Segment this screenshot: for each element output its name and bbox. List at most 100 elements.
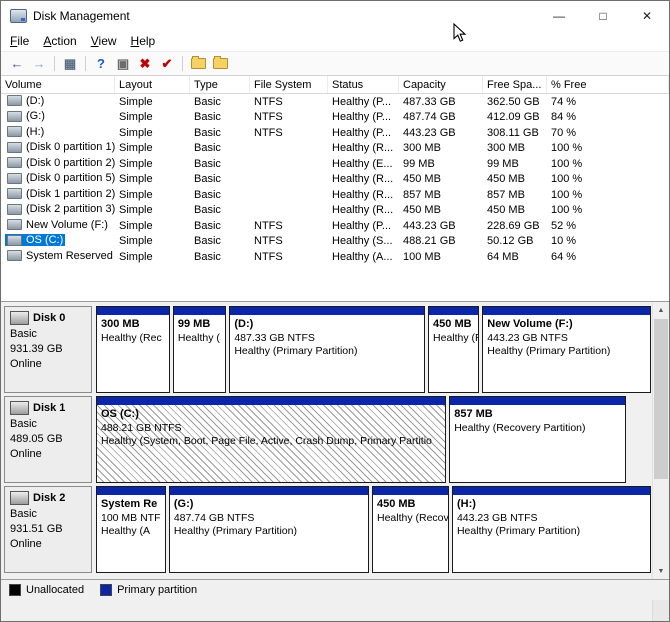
toolbar-separator bbox=[85, 56, 86, 71]
properties-icon[interactable]: ▣ bbox=[113, 55, 133, 73]
vertical-scrollbar[interactable]: ▲ ▼ bbox=[652, 302, 669, 579]
partition-color-bar bbox=[483, 307, 650, 315]
legend-item: Unallocated bbox=[9, 584, 84, 596]
volume-name: (D:) bbox=[5, 95, 46, 107]
volume-name: (Disk 2 partition 3) bbox=[5, 203, 115, 215]
legend-item: Primary partition bbox=[100, 584, 197, 596]
table-row[interactable]: OS (C:)SimpleBasicNTFSHealthy (S...488.2… bbox=[1, 234, 669, 250]
table-row[interactable]: (G:)SimpleBasicNTFSHealthy (P...487.74 G… bbox=[1, 110, 669, 126]
partition-block[interactable]: 450 MBHealthy (Recove bbox=[372, 486, 449, 573]
disk-icon bbox=[10, 311, 29, 325]
column-header-1[interactable]: Layout bbox=[115, 76, 190, 93]
folder-view-icon[interactable] bbox=[210, 55, 230, 73]
disk-graphical-pane: Disk 0Basic931.39 GBOnline300 MBHealthy … bbox=[1, 302, 669, 579]
table-row[interactable]: (H:)SimpleBasicNTFSHealthy (P...443.23 G… bbox=[1, 125, 669, 141]
folder-up-icon[interactable] bbox=[188, 55, 208, 73]
table-row[interactable]: New Volume (F:)SimpleBasicNTFSHealthy (P… bbox=[1, 218, 669, 234]
volume-list-pane: VolumeLayoutTypeFile SystemStatusCapacit… bbox=[1, 76, 669, 302]
legend-swatch bbox=[9, 584, 21, 596]
scroll-down-icon[interactable]: ▼ bbox=[653, 563, 669, 579]
menu-item-action[interactable]: Action bbox=[36, 32, 83, 50]
partition-color-bar bbox=[97, 397, 445, 405]
disk-info-panel[interactable]: Disk 2Basic931.51 GBOnline bbox=[4, 486, 92, 573]
partition-block[interactable]: System Re100 MB NTFHealthy (A bbox=[96, 486, 166, 573]
drive-icon bbox=[7, 173, 22, 184]
legend-bar: Unallocated Primary partition bbox=[1, 579, 669, 600]
drive-icon bbox=[7, 111, 22, 122]
partition-block[interactable]: 450 MBHealthy (Reco bbox=[428, 306, 479, 393]
table-row[interactable]: (Disk 2 partition 3)SimpleBasicHealthy (… bbox=[1, 203, 669, 219]
back-icon[interactable]: ← bbox=[7, 55, 27, 73]
menu-item-view[interactable]: View bbox=[84, 32, 124, 50]
column-header-7[interactable]: % Free bbox=[547, 76, 669, 93]
column-header-2[interactable]: Type bbox=[190, 76, 250, 93]
drive-icon bbox=[7, 188, 22, 199]
window-controls: — □ ✕ bbox=[537, 1, 669, 30]
disk-info-panel[interactable]: Disk 1Basic489.05 GBOnline bbox=[4, 396, 92, 483]
partition-block[interactable]: 857 MBHealthy (Recovery Partition) bbox=[449, 396, 626, 483]
forward-icon[interactable]: → bbox=[29, 55, 49, 73]
drive-icon bbox=[7, 126, 22, 137]
menu-item-file[interactable]: File bbox=[3, 32, 36, 50]
partition-color-bar bbox=[170, 487, 368, 495]
window-title: Disk Management bbox=[33, 9, 130, 23]
volume-name: (H:) bbox=[5, 126, 46, 138]
column-header-6[interactable]: Free Spa... bbox=[483, 76, 547, 93]
volume-name: (Disk 0 partition 2) bbox=[5, 157, 115, 169]
partition-block[interactable]: 99 MBHealthy ( bbox=[173, 306, 226, 393]
help-icon[interactable]: ? bbox=[91, 55, 111, 73]
partition-block[interactable]: New Volume (F:)443.23 GB NTFSHealthy (Pr… bbox=[482, 306, 651, 393]
bottom-band bbox=[1, 600, 669, 621]
partition-block[interactable]: (G:)487.74 GB NTFSHealthy (Primary Parti… bbox=[169, 486, 369, 573]
partition-color-bar bbox=[230, 307, 424, 315]
app-icon bbox=[10, 9, 27, 23]
disk-row: Disk 0Basic931.39 GBOnline300 MBHealthy … bbox=[4, 306, 669, 393]
column-header-0[interactable]: Volume bbox=[1, 76, 115, 93]
toolbar: ←→ ▦?▣✖✔ bbox=[1, 51, 669, 76]
partition-color-bar bbox=[450, 397, 625, 405]
volume-name: OS (C:) bbox=[5, 234, 65, 246]
table-row[interactable]: System ReservedSimpleBasicNTFSHealthy (A… bbox=[1, 249, 669, 265]
partition-block[interactable]: 300 MBHealthy (Rec bbox=[96, 306, 170, 393]
volume-name: New Volume (F:) bbox=[5, 219, 110, 231]
column-header-4[interactable]: Status bbox=[328, 76, 399, 93]
volume-list-header: VolumeLayoutTypeFile SystemStatusCapacit… bbox=[1, 76, 669, 94]
partition-block[interactable]: OS (C:)488.21 GB NTFSHealthy (System, Bo… bbox=[96, 396, 446, 483]
close-button[interactable]: ✕ bbox=[625, 1, 669, 30]
disk-management-window: Disk Management — □ ✕ FileActionViewHelp… bbox=[0, 0, 670, 622]
disk-rows: Disk 0Basic931.39 GBOnline300 MBHealthy … bbox=[4, 306, 669, 573]
table-row[interactable]: (Disk 0 partition 5)SimpleBasicHealthy (… bbox=[1, 172, 669, 188]
column-header-3[interactable]: File System bbox=[250, 76, 328, 93]
title-bar: Disk Management — □ ✕ bbox=[1, 1, 669, 30]
minimize-button[interactable]: — bbox=[537, 1, 581, 30]
partition-color-bar bbox=[97, 307, 169, 315]
partition-color-bar bbox=[373, 487, 448, 495]
scrollbar-thumb[interactable] bbox=[654, 319, 668, 479]
column-header-5[interactable]: Capacity bbox=[399, 76, 483, 93]
drive-icon bbox=[7, 204, 22, 215]
disk-row: Disk 2Basic931.51 GBOnlineSystem Re100 M… bbox=[4, 486, 669, 573]
table-row[interactable]: (Disk 0 partition 2)SimpleBasicHealthy (… bbox=[1, 156, 669, 172]
scroll-up-icon[interactable]: ▲ bbox=[653, 302, 669, 318]
partition-block[interactable]: (H:)443.23 GB NTFSHealthy (Primary Parti… bbox=[452, 486, 651, 573]
partition-color-bar bbox=[97, 487, 165, 495]
drive-icon bbox=[7, 95, 22, 106]
menu-bar: FileActionViewHelp bbox=[1, 30, 669, 51]
table-row[interactable]: (Disk 0 partition 1)SimpleBasicHealthy (… bbox=[1, 141, 669, 157]
menu-item-help[interactable]: Help bbox=[124, 32, 163, 50]
maximize-button[interactable]: □ bbox=[581, 1, 625, 30]
delete-volume-icon[interactable]: ✖ bbox=[135, 55, 155, 73]
partition-color-bar bbox=[429, 307, 478, 315]
table-row[interactable]: (D:)SimpleBasicNTFSHealthy (P...487.33 G… bbox=[1, 94, 669, 110]
drive-icon bbox=[7, 250, 22, 261]
partition-block[interactable]: (D:)487.33 GB NTFSHealthy (Primary Parti… bbox=[229, 306, 425, 393]
disk-info-panel[interactable]: Disk 0Basic931.39 GBOnline bbox=[4, 306, 92, 393]
volume-name: (Disk 0 partition 5) bbox=[5, 172, 115, 184]
volume-list-body: (D:)SimpleBasicNTFSHealthy (P...487.33 G… bbox=[1, 94, 669, 265]
volume-name: System Reserved bbox=[5, 250, 115, 262]
console-tree-icon[interactable]: ▦ bbox=[60, 55, 80, 73]
table-row[interactable]: (Disk 1 partition 2)SimpleBasicHealthy (… bbox=[1, 187, 669, 203]
drive-icon bbox=[7, 157, 22, 168]
mark-partition-icon[interactable]: ✔ bbox=[157, 55, 177, 73]
toolbar-separator bbox=[54, 56, 55, 71]
